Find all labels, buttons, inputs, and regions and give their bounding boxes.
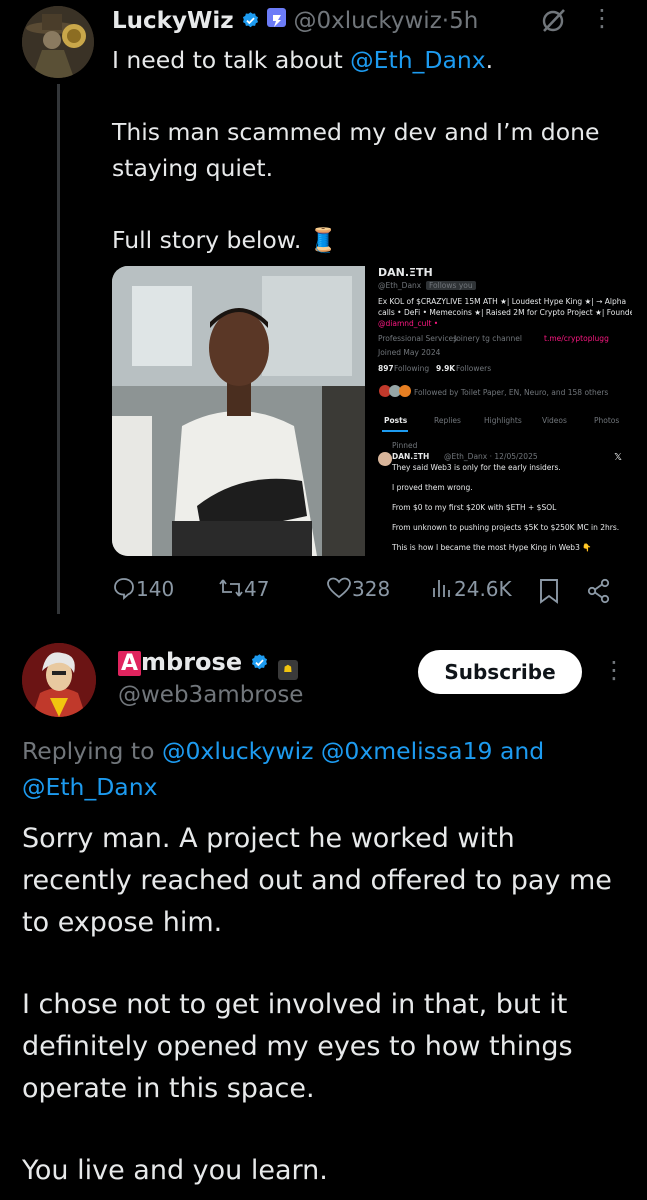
media-photo[interactable] [112, 266, 365, 556]
replying-and: and [492, 737, 545, 765]
mention-link[interactable]: @Eth_Danx [350, 46, 486, 74]
tweet2-body: Sorry man. A project he worked with rece… [22, 818, 632, 1192]
affiliate-badge-icon: ☗ [277, 660, 298, 680]
author-name-first-letter[interactable]: A [118, 651, 142, 676]
profile-tab-videos: Videos [542, 416, 567, 425]
mention-link[interactable]: @0xmelissa19 [321, 737, 493, 765]
tweet2-handle[interactable]: @web3ambrose [118, 682, 303, 708]
post-line-5: This is how I became the most Hype King … [392, 543, 592, 552]
mention-link[interactable]: @0xluckywiz [162, 737, 313, 765]
bio-line-2: calls • DeFi • Memecoins ★| Raised 2M fo… [378, 308, 632, 317]
luckywiz-avatar[interactable] [22, 6, 94, 78]
ambrose-avatar[interactable] [22, 643, 96, 717]
tweet2-more-icon[interactable]: ⋮ [602, 656, 626, 684]
affiliate-badge-icon [267, 8, 287, 27]
grok-icon[interactable] [540, 6, 568, 34]
tweet1-paragraph-2: This man scammed my dev and I’m done sta… [112, 118, 600, 182]
replying-prefix: Replying to [22, 737, 162, 765]
profile-tab-replies: Replies [434, 416, 461, 425]
views-icon [433, 580, 450, 597]
tweet1-media[interactable]: DAN.ΞTH @Eth_Danx Follows you Ex KOL of … [112, 266, 632, 556]
tweet1-time[interactable]: 5h [449, 8, 478, 34]
tweet2-paragraph-3: You live and you learn. [22, 1155, 328, 1186]
tweet1-paragraph-3: Full story below. 🧵 [112, 226, 339, 254]
tweet1-header: LuckyWiz @0xluckywiz·5h [112, 6, 478, 36]
verified-badge-icon [252, 654, 268, 670]
meta-location: Joinery tg channel [454, 334, 522, 343]
tweet2-author-name[interactable]: mbrose [141, 648, 242, 676]
profile-tab-highlights: Highlights [484, 416, 522, 425]
profile-screenshot: DAN.ΞTH @Eth_Danx Follows you Ex KOL of … [374, 266, 632, 556]
tweet2-paragraph-2: I chose not to get involved in that, but… [22, 989, 573, 1104]
verified-badge-icon [242, 12, 258, 28]
embedded-profile-name: DAN.ΞTH [378, 266, 433, 279]
thread-line [57, 84, 60, 614]
meta-link: t.me/cryptoplugg [544, 334, 609, 343]
embedded-profile-handle: @Eth_Danx [378, 281, 422, 290]
like-count: 328 [352, 577, 391, 601]
heart-icon [327, 577, 351, 599]
post-avatar [378, 452, 392, 466]
following-label: Following [394, 364, 430, 373]
follows-you-badge: Follows you [426, 281, 476, 290]
pinned-label: Pinned [392, 441, 418, 450]
bio-line-3: @diamnd_cult • [378, 319, 439, 328]
views-count: 24.6K [454, 577, 512, 601]
subscribe-button[interactable]: Subscribe [418, 650, 582, 694]
reply-button[interactable]: 140 [112, 576, 174, 601]
followed-by-avatars [378, 384, 411, 398]
repost-button[interactable]: 47 [218, 576, 269, 601]
reply-count: 140 [136, 577, 175, 601]
x-logo-icon: 𝕏 [614, 452, 623, 463]
tweet2-paragraph-1: Sorry man. A project he worked with rece… [22, 823, 612, 938]
tweet1-body: I need to talk about @Eth_Danx. This man… [112, 42, 632, 258]
followers-label: Followers [456, 364, 492, 373]
bio-line-1: Ex KOL of $CRAZYLIVE 15M ATH ★| Loudest … [378, 297, 627, 306]
views-button[interactable]: 24.6K [430, 576, 512, 601]
tweet1-text: I need to talk about [112, 46, 351, 74]
reply-icon [114, 578, 134, 600]
bookmark-icon[interactable] [538, 578, 560, 604]
joined-date: Joined May 2024 [378, 348, 441, 357]
active-tab-indicator [382, 430, 408, 432]
tweet1-author-name[interactable]: LuckyWiz [112, 8, 234, 34]
tweet1-text-end: . [485, 46, 494, 74]
followers-count: 9.9K [436, 364, 456, 373]
post-meta: @Eth_Danx · 12/05/2025 [444, 452, 538, 461]
tweet1-handle[interactable]: @0xluckywiz [294, 8, 442, 34]
repost-count: 47 [244, 577, 270, 601]
post-author-name: DAN.ΞTH [392, 452, 430, 461]
post-line-3: From $0 to my first $20K with $ETH + $SO… [392, 503, 557, 512]
following-count: 897 [378, 364, 394, 373]
repost-icon [219, 579, 243, 597]
followed-by: Followed by Toilet Paper, EN, Neuro, and… [414, 388, 609, 397]
replying-to: Replying to @0xluckywiz @0xmelissa19 and… [22, 733, 622, 805]
meta-services: Professional Services [378, 334, 458, 343]
tweet1-more-icon[interactable]: ⋮ [590, 4, 614, 32]
share-icon[interactable] [586, 578, 612, 604]
separator-dot: · [441, 8, 450, 34]
profile-tab-photos: Photos [594, 416, 620, 425]
mention-link[interactable]: @Eth_Danx [22, 773, 158, 801]
post-line-2: I proved them wrong. [392, 483, 473, 492]
like-button[interactable]: 328 [326, 576, 390, 601]
profile-tab-posts: Posts [384, 416, 408, 425]
post-line-4: From unknown to pushing projects $5K to … [392, 523, 620, 532]
post-line-1: They said Web3 is only for the early ins… [392, 463, 561, 472]
tweet2-author: Ambrose ☗ [118, 648, 298, 680]
